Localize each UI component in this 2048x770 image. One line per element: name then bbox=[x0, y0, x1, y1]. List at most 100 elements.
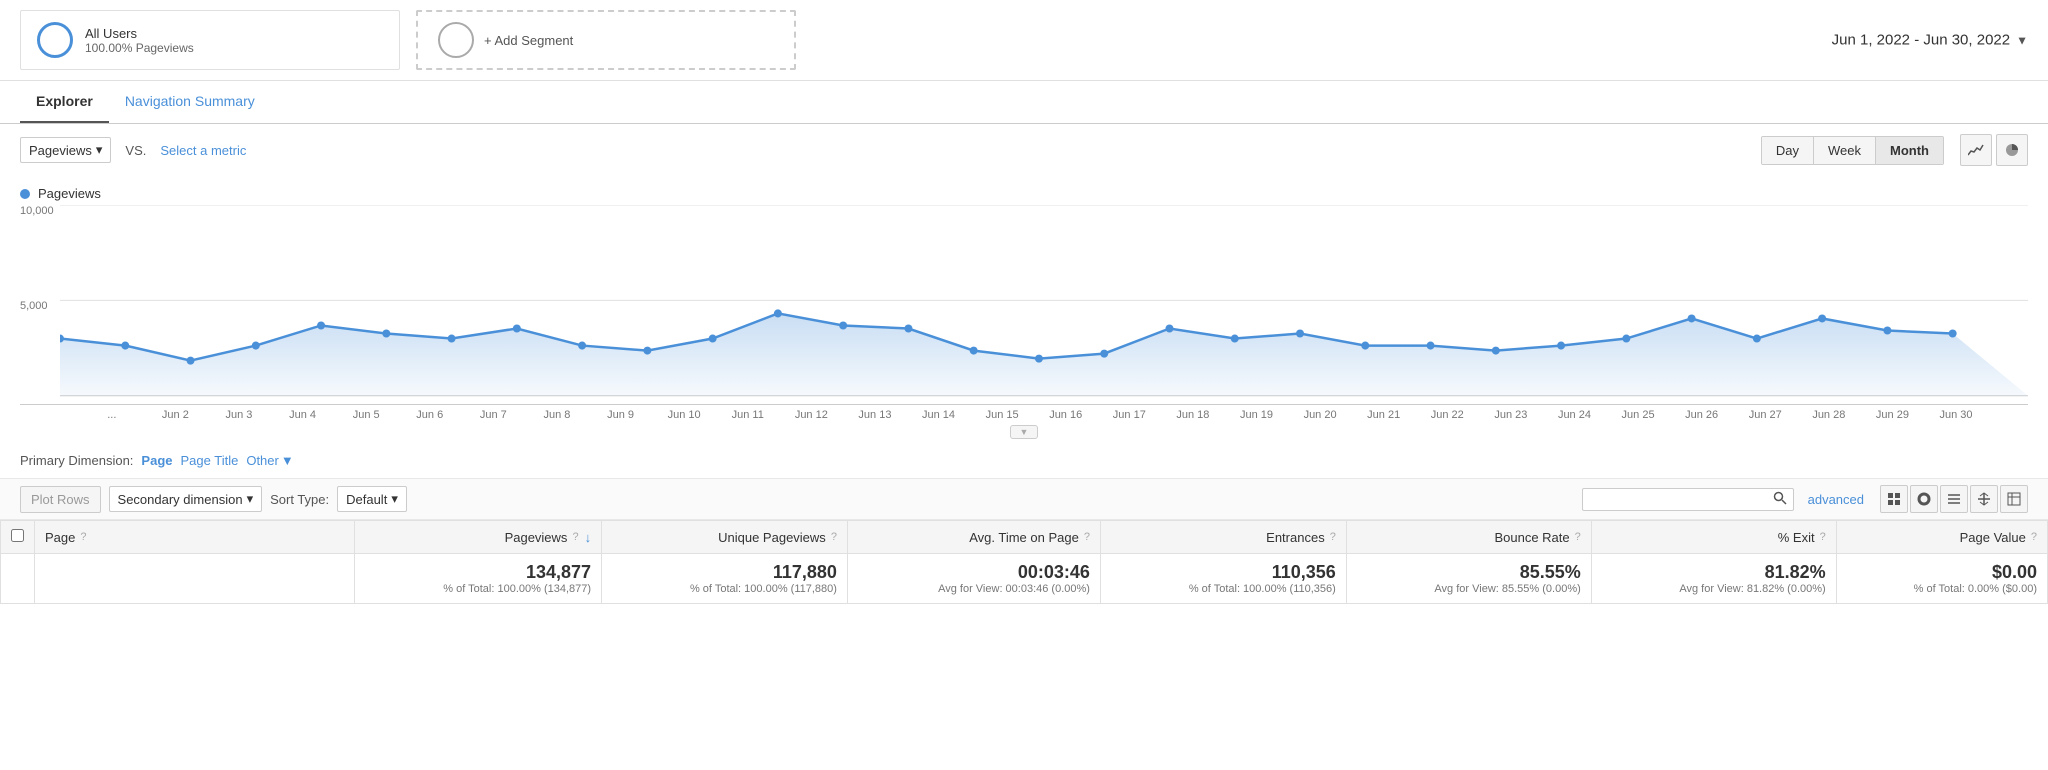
avg-time-total-sub: Avg for View: 00:03:46 (0.00%) bbox=[858, 583, 1090, 595]
add-segment-circle-icon bbox=[438, 22, 474, 58]
th-pageviews-label: Pageviews bbox=[505, 530, 568, 545]
x-label-27: Jun 28 bbox=[1797, 409, 1861, 421]
pie-chart-icon[interactable] bbox=[1996, 134, 2028, 166]
totals-pageviews-cell: 134,877 % of Total: 100.00% (134,877) bbox=[355, 554, 602, 604]
x-label-2: Jun 3 bbox=[207, 409, 271, 421]
x-label-16: Jun 17 bbox=[1098, 409, 1162, 421]
th-avg-time-help-icon[interactable]: ? bbox=[1084, 531, 1090, 543]
chart-container: 10,000 5,000 bbox=[20, 205, 2028, 405]
primary-dimension-label: Primary Dimension: bbox=[20, 453, 133, 468]
th-checkbox bbox=[1, 521, 35, 554]
tabs-bar: Explorer Navigation Summary bbox=[0, 81, 2048, 124]
tab-navigation-summary[interactable]: Navigation Summary bbox=[109, 81, 271, 123]
x-label-28: Jun 29 bbox=[1861, 409, 1925, 421]
dimension-other-dropdown[interactable]: Other ▼ bbox=[246, 453, 293, 468]
time-btn-month[interactable]: Month bbox=[1876, 137, 1943, 164]
select-metric-link[interactable]: Select a metric bbox=[160, 143, 246, 158]
chart-svg bbox=[60, 205, 2028, 406]
x-label-18: Jun 19 bbox=[1225, 409, 1289, 421]
select-all-checkbox[interactable] bbox=[11, 529, 24, 542]
totals-page-cell bbox=[35, 554, 355, 604]
line-chart-icon[interactable] bbox=[1960, 134, 1992, 166]
x-label-10: Jun 11 bbox=[716, 409, 780, 421]
totals-unique-pageviews-cell: 117,880 % of Total: 100.00% (117,880) bbox=[602, 554, 848, 604]
th-avg-time-label: Avg. Time on Page bbox=[969, 530, 1079, 545]
legend-dot bbox=[20, 189, 30, 199]
th-page-value: Page Value ? bbox=[1836, 521, 2047, 554]
segment-all-users: All Users 100.00% Pageviews bbox=[20, 10, 400, 70]
entrances-total-main: 110,356 bbox=[1111, 562, 1336, 583]
totals-bounce-rate-cell: 85.55% Avg for View: 85.55% (0.00%) bbox=[1346, 554, 1591, 604]
time-btn-week[interactable]: Week bbox=[1814, 137, 1876, 164]
table-controls: Plot Rows Secondary dimension ▾ Sort Typ… bbox=[0, 478, 2048, 520]
date-range-arrow: ▼ bbox=[2016, 33, 2028, 47]
x-label-3: Jun 4 bbox=[271, 409, 335, 421]
totals-entrances-cell: 110,356 % of Total: 100.00% (110,356) bbox=[1100, 554, 1346, 604]
th-unique-pageviews-help-icon[interactable]: ? bbox=[831, 531, 837, 543]
add-segment-label: + Add Segment bbox=[484, 33, 573, 48]
th-page-help-icon[interactable]: ? bbox=[80, 531, 86, 543]
search-icon[interactable] bbox=[1773, 491, 1787, 508]
bounce-rate-total-main: 85.55% bbox=[1357, 562, 1581, 583]
segment-bar: All Users 100.00% Pageviews + Add Segmen… bbox=[0, 0, 2048, 81]
x-axis: ... Jun 2 Jun 3 Jun 4 Jun 5 Jun 6 Jun 7 … bbox=[20, 405, 2028, 421]
x-label-26: Jun 27 bbox=[1733, 409, 1797, 421]
add-segment-button[interactable]: + Add Segment bbox=[416, 10, 796, 70]
totals-row: 134,877 % of Total: 100.00% (134,877) 11… bbox=[1, 554, 2048, 604]
dimension-page-title-link[interactable]: Page Title bbox=[181, 453, 239, 468]
vs-label: VS. bbox=[125, 143, 146, 158]
chart-scroll-handle[interactable]: ▼ bbox=[20, 425, 2028, 439]
th-page: Page ? bbox=[35, 521, 355, 554]
tab-explorer[interactable]: Explorer bbox=[20, 81, 109, 123]
y-label-5000: 5,000 bbox=[20, 300, 48, 312]
pivot-view-icon[interactable] bbox=[2000, 485, 2028, 513]
th-page-label: Page bbox=[45, 530, 75, 545]
x-label-6: Jun 7 bbox=[462, 409, 526, 421]
page-value-total-main: $0.00 bbox=[1847, 562, 2037, 583]
secondary-dimension-dropdown[interactable]: Secondary dimension ▾ bbox=[109, 486, 263, 512]
entrances-total-sub: % of Total: 100.00% (110,356) bbox=[1111, 583, 1336, 595]
th-entrances: Entrances ? bbox=[1100, 521, 1346, 554]
th-page-value-help-icon[interactable]: ? bbox=[2031, 531, 2037, 543]
sort-type-dropdown[interactable]: Default ▾ bbox=[337, 486, 407, 512]
metric-label: Pageviews bbox=[29, 143, 92, 158]
date-range-selector[interactable]: Jun 1, 2022 - Jun 30, 2022 ▼ bbox=[1832, 32, 2028, 49]
th-entrances-help-icon[interactable]: ? bbox=[1330, 531, 1336, 543]
y-label-10000: 10,000 bbox=[20, 205, 54, 217]
pageviews-total-main: 134,877 bbox=[365, 562, 591, 583]
x-label-14: Jun 15 bbox=[970, 409, 1034, 421]
pct-exit-total-sub: Avg for View: 81.82% (0.00%) bbox=[1602, 583, 1826, 595]
donut-chart-icon[interactable] bbox=[1910, 485, 1938, 513]
time-btn-day[interactable]: Day bbox=[1762, 137, 1814, 164]
x-label-7: Jun 8 bbox=[525, 409, 589, 421]
dimension-page-link[interactable]: Page bbox=[141, 453, 172, 468]
advanced-link[interactable]: advanced bbox=[1808, 492, 1864, 507]
x-label-13: Jun 14 bbox=[907, 409, 971, 421]
search-box bbox=[1582, 488, 1794, 511]
th-pct-exit-help-icon[interactable]: ? bbox=[1820, 531, 1826, 543]
x-label-1: Jun 2 bbox=[144, 409, 208, 421]
sort-arrow: ▾ bbox=[391, 491, 398, 507]
search-input[interactable] bbox=[1589, 492, 1769, 507]
legend-label: Pageviews bbox=[38, 186, 101, 201]
th-pageviews-sort-icon[interactable]: ↓ bbox=[585, 530, 592, 545]
chart-legend: Pageviews bbox=[20, 186, 2028, 201]
th-pageviews-help-icon[interactable]: ? bbox=[572, 531, 578, 543]
x-label-23: Jun 24 bbox=[1543, 409, 1607, 421]
th-bounce-rate-label: Bounce Rate bbox=[1494, 530, 1569, 545]
th-unique-pageviews: Unique Pageviews ? bbox=[602, 521, 848, 554]
chart-area: Pageviews 10,000 5,000 bbox=[0, 176, 2048, 439]
metric-dropdown[interactable]: Pageviews ▾ bbox=[20, 137, 111, 163]
x-label-5: Jun 6 bbox=[398, 409, 462, 421]
unique-pageviews-total-sub: % of Total: 100.00% (117,880) bbox=[612, 583, 837, 595]
avg-time-total-main: 00:03:46 bbox=[858, 562, 1090, 583]
plot-rows-button[interactable]: Plot Rows bbox=[20, 486, 101, 513]
list-view-icon[interactable] bbox=[1940, 485, 1968, 513]
segment-circle-icon bbox=[37, 22, 73, 58]
x-label-20: Jun 21 bbox=[1352, 409, 1416, 421]
th-bounce-rate-help-icon[interactable]: ? bbox=[1575, 531, 1581, 543]
comparison-view-icon[interactable] bbox=[1970, 485, 1998, 513]
x-label-11: Jun 12 bbox=[780, 409, 844, 421]
grid-view-icon[interactable] bbox=[1880, 485, 1908, 513]
segment-percentage: 100.00% Pageviews bbox=[85, 41, 194, 55]
